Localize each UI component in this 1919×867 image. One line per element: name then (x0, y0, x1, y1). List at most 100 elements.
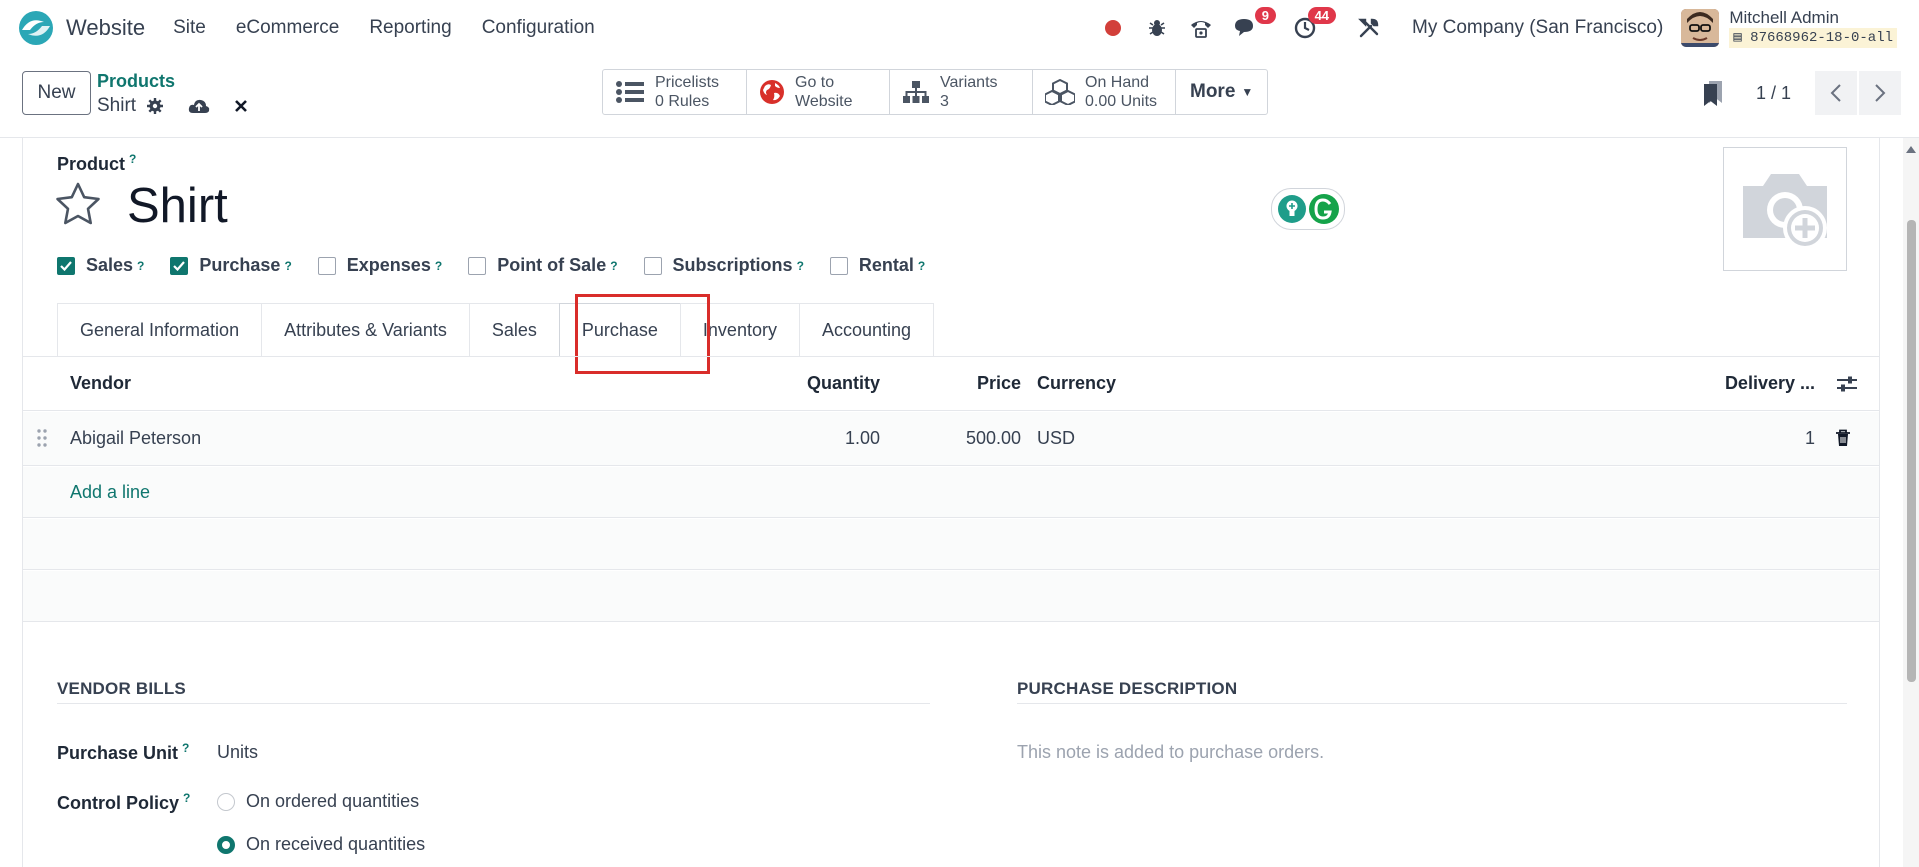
cell-quantity[interactable]: 1.00 (845, 428, 880, 449)
menu-item-configuration[interactable]: Configuration (482, 17, 595, 39)
vertical-scrollbar[interactable] (1903, 138, 1919, 867)
database-tag: ▤ 87668962-18-0-all (1729, 28, 1897, 48)
purchase-checkbox[interactable] (170, 256, 189, 275)
variants-smart-button[interactable]: Variants 3 (890, 70, 1033, 114)
tab-accounting[interactable]: Accounting (798, 303, 935, 357)
menu-item-ecommerce[interactable]: eCommerce (236, 17, 339, 39)
option-expenses[interactable]: Expenses? (317, 255, 442, 276)
user-menu[interactable]: Mitchell Admin ▤ 87668962-18-0-all (1729, 8, 1897, 48)
go-to-website-smart-button[interactable]: Go to Website (747, 70, 890, 114)
option-sales[interactable]: Sales? (57, 255, 144, 276)
purchase-label: Purchase (199, 255, 281, 275)
rental-checkbox[interactable] (829, 256, 848, 275)
radio-ordered-quantities[interactable]: On ordered quantities (217, 791, 419, 812)
radio-button[interactable] (217, 792, 235, 811)
activity-clock-icon[interactable]: 44 (1290, 7, 1337, 43)
point-of-sale-checkbox[interactable] (468, 256, 487, 275)
header-quantity[interactable]: Quantity (807, 373, 880, 394)
pager-next-button[interactable] (1859, 71, 1901, 115)
expenses-label: Expenses (346, 255, 431, 275)
app-logo-icon (19, 11, 53, 45)
tools-icon[interactable] (1354, 13, 1384, 43)
form-sheet: Product? Shirt Sales? Purchase? Expenses… (22, 138, 1880, 867)
lightbulb-icon[interactable] (1277, 194, 1307, 224)
help-tooltip[interactable]: ? (918, 259, 925, 273)
pager-counter[interactable]: 1 / 1 (1756, 83, 1791, 104)
pricelists-smart-button[interactable]: Pricelists 0 Rules (603, 70, 747, 114)
pager-previous-button[interactable] (1815, 71, 1857, 115)
product-name[interactable]: Shirt (127, 178, 228, 234)
help-tooltip[interactable]: ? (797, 259, 804, 273)
cell-currency[interactable]: USD (1037, 428, 1075, 449)
favorite-star-icon[interactable] (55, 182, 101, 226)
subscriptions-checkbox[interactable] (643, 256, 662, 275)
menu-item-reporting[interactable]: Reporting (369, 17, 451, 39)
tab-general-information[interactable]: General Information (57, 303, 263, 357)
expenses-checkbox[interactable] (317, 256, 336, 275)
tab-attributes-variants[interactable]: Attributes & Variants (261, 303, 470, 357)
empty-table-row (23, 519, 1879, 570)
option-point-of-sale[interactable]: Point of Sale? (468, 255, 618, 276)
purchase-description-field[interactable]: This note is added to purchase orders. (1017, 742, 1324, 763)
help-tooltip[interactable]: ? (284, 259, 291, 273)
go-to-label: Go to (795, 74, 835, 91)
camera-add-icon (1743, 174, 1827, 250)
on-hand-value: 0.00 Units (1085, 93, 1158, 110)
cell-price[interactable]: 500.00 (966, 428, 1021, 449)
on-hand-smart-button[interactable]: On Hand 0.00 Units (1033, 70, 1176, 114)
bug-icon[interactable] (1142, 13, 1172, 43)
header-price[interactable]: Price (977, 373, 1021, 394)
product-image-upload[interactable] (1723, 147, 1847, 271)
add-line-row: Add a line (23, 467, 1879, 518)
gear-icon[interactable] (146, 97, 164, 115)
product-label-text: Product (57, 154, 126, 174)
recording-icon[interactable] (1098, 13, 1128, 43)
vendor-table-header: Vendor Quantity Price Currency Delivery … (23, 357, 1879, 411)
systray: 9 44 My Company (San Francisco) Mitchell… (1098, 0, 1919, 56)
tab-sales[interactable]: Sales (468, 303, 560, 357)
trash-icon[interactable] (1835, 429, 1851, 447)
section-divider (1017, 703, 1847, 704)
radio-button-selected[interactable] (217, 835, 235, 854)
column-settings-icon[interactable] (1837, 375, 1857, 393)
add-a-line-link[interactable]: Add a line (70, 482, 150, 503)
breadcrumb-products[interactable]: Products (97, 71, 175, 92)
ordered-quantities-label: On ordered quantities (246, 791, 420, 811)
purchase-unit-label-text: Purchase Unit (57, 743, 179, 763)
purchase-unit-value[interactable]: Units (217, 742, 258, 763)
radio-received-quantities[interactable]: On received quantities (217, 834, 425, 855)
more-dropdown[interactable]: More ▼ (1176, 70, 1267, 114)
help-tooltip[interactable]: ? (610, 259, 617, 273)
user-avatar[interactable] (1681, 9, 1720, 47)
cloud-upload-icon[interactable] (188, 97, 210, 115)
company-switcher[interactable]: My Company (San Francisco) (1412, 17, 1663, 39)
header-currency[interactable]: Currency (1037, 373, 1116, 394)
new-button[interactable]: New (22, 71, 91, 115)
help-tooltip[interactable]: ? (183, 791, 190, 805)
cell-vendor[interactable]: Abigail Peterson (70, 428, 201, 449)
control-policy-label-text: Control Policy (57, 793, 180, 813)
option-rental[interactable]: Rental? (829, 255, 925, 276)
menu-item-site[interactable]: Site (173, 17, 206, 39)
cell-delivery[interactable]: 1 (1805, 428, 1815, 449)
website-label: Website (795, 93, 853, 110)
header-delivery[interactable]: Delivery ... (1725, 373, 1815, 394)
phone-icon[interactable] (1186, 13, 1216, 43)
discard-close-icon[interactable] (234, 99, 248, 113)
sales-checkbox[interactable] (57, 256, 75, 275)
table-row[interactable]: Abigail Peterson 1.00 500.00 USD 1 (23, 412, 1879, 466)
app-brand[interactable]: Website (18, 10, 145, 46)
option-purchase[interactable]: Purchase? (170, 255, 292, 276)
header-vendor[interactable]: Vendor (70, 373, 131, 394)
messages-icon[interactable]: 9 (1230, 7, 1277, 43)
help-tooltip[interactable]: ? (182, 741, 189, 755)
help-tooltip[interactable]: ? (137, 259, 144, 273)
drag-handle-icon[interactable] (37, 429, 47, 447)
scrollbar-thumb[interactable] (1907, 220, 1916, 682)
help-tooltip[interactable]: ? (435, 259, 442, 273)
option-subscriptions[interactable]: Subscriptions? (643, 255, 804, 276)
grammarly-icon[interactable] (1308, 193, 1340, 225)
help-tooltip[interactable]: ? (129, 152, 136, 166)
bookmark-icon[interactable] (1702, 80, 1724, 106)
scroll-up-arrow-icon[interactable] (1906, 146, 1916, 153)
